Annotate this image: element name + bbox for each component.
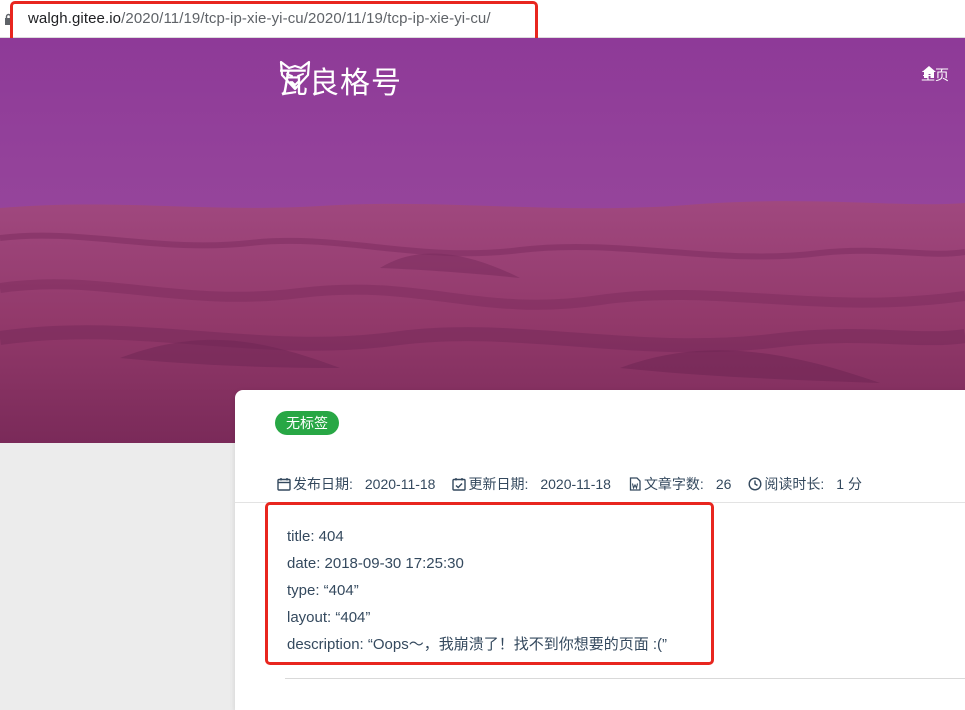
fox-icon bbox=[279, 60, 311, 91]
brand[interactable]: 瓦良格号 bbox=[278, 58, 402, 102]
content-line: title: 404 bbox=[287, 528, 344, 545]
clock-icon bbox=[748, 477, 762, 491]
tag-badge[interactable]: 无标签 bbox=[275, 411, 339, 435]
content-line: description: “Oops～，我崩溃了！找不到你想要的页面 :(” bbox=[287, 636, 668, 653]
content-bottom-divider bbox=[285, 678, 965, 679]
content-line: type: “404” bbox=[287, 582, 359, 599]
url-host: walgh.gitee.io bbox=[28, 10, 122, 27]
nav-home-link[interactable]: 主页 bbox=[921, 65, 949, 85]
content-line: layout: “404” bbox=[287, 609, 371, 626]
meta-publish-date: 发布日期: 2020-11-18 bbox=[277, 474, 435, 494]
post-card: 无标签 发布日期: 2020-11-18 更新日期: 2020-11-18 文章… bbox=[235, 390, 965, 710]
meta-update-date: 更新日期: 2020-11-18 bbox=[452, 474, 611, 494]
meta-read-time: 阅读时长: 1 分 bbox=[748, 474, 862, 494]
meta-value: 26 bbox=[715, 476, 732, 492]
calendar-check-icon bbox=[452, 478, 467, 491]
post-content: title: 404 date: 2018-09-30 17:25:30 typ… bbox=[287, 525, 667, 660]
meta-divider bbox=[235, 502, 965, 503]
meta-value: 1 分 bbox=[836, 476, 862, 492]
file-word-icon bbox=[629, 477, 641, 491]
home-icon bbox=[922, 66, 936, 78]
meta-label: 更新日期: bbox=[468, 476, 529, 492]
url-path: /2020/11/19/tcp-ip-xie-yi-cu/2020/11/19/… bbox=[121, 10, 491, 27]
lock-icon bbox=[5, 13, 12, 25]
meta-value: 2020-11-18 bbox=[540, 476, 611, 492]
meta-label: 发布日期: bbox=[293, 476, 353, 492]
desert-background-image bbox=[0, 38, 965, 443]
calendar-icon bbox=[277, 478, 291, 491]
meta-label: 阅读时长: bbox=[764, 476, 825, 492]
meta-value: 2020-11-18 bbox=[364, 476, 436, 492]
address-bar[interactable]: walgh.gitee.io/2020/11/19/tcp-ip-xie-yi-… bbox=[0, 0, 965, 38]
header-banner: 瓦良格号 主页 bbox=[0, 38, 965, 443]
content-line: date: 2018-09-30 17:25:30 bbox=[287, 555, 464, 572]
url-text[interactable]: walgh.gitee.io/2020/11/19/tcp-ip-xie-yi-… bbox=[28, 10, 491, 27]
meta-word-count: 文章字数: 26 bbox=[628, 474, 731, 494]
meta-label: 文章字数: bbox=[643, 476, 704, 492]
post-meta: 发布日期: 2020-11-18 更新日期: 2020-11-18 文章字数: … bbox=[277, 474, 879, 494]
